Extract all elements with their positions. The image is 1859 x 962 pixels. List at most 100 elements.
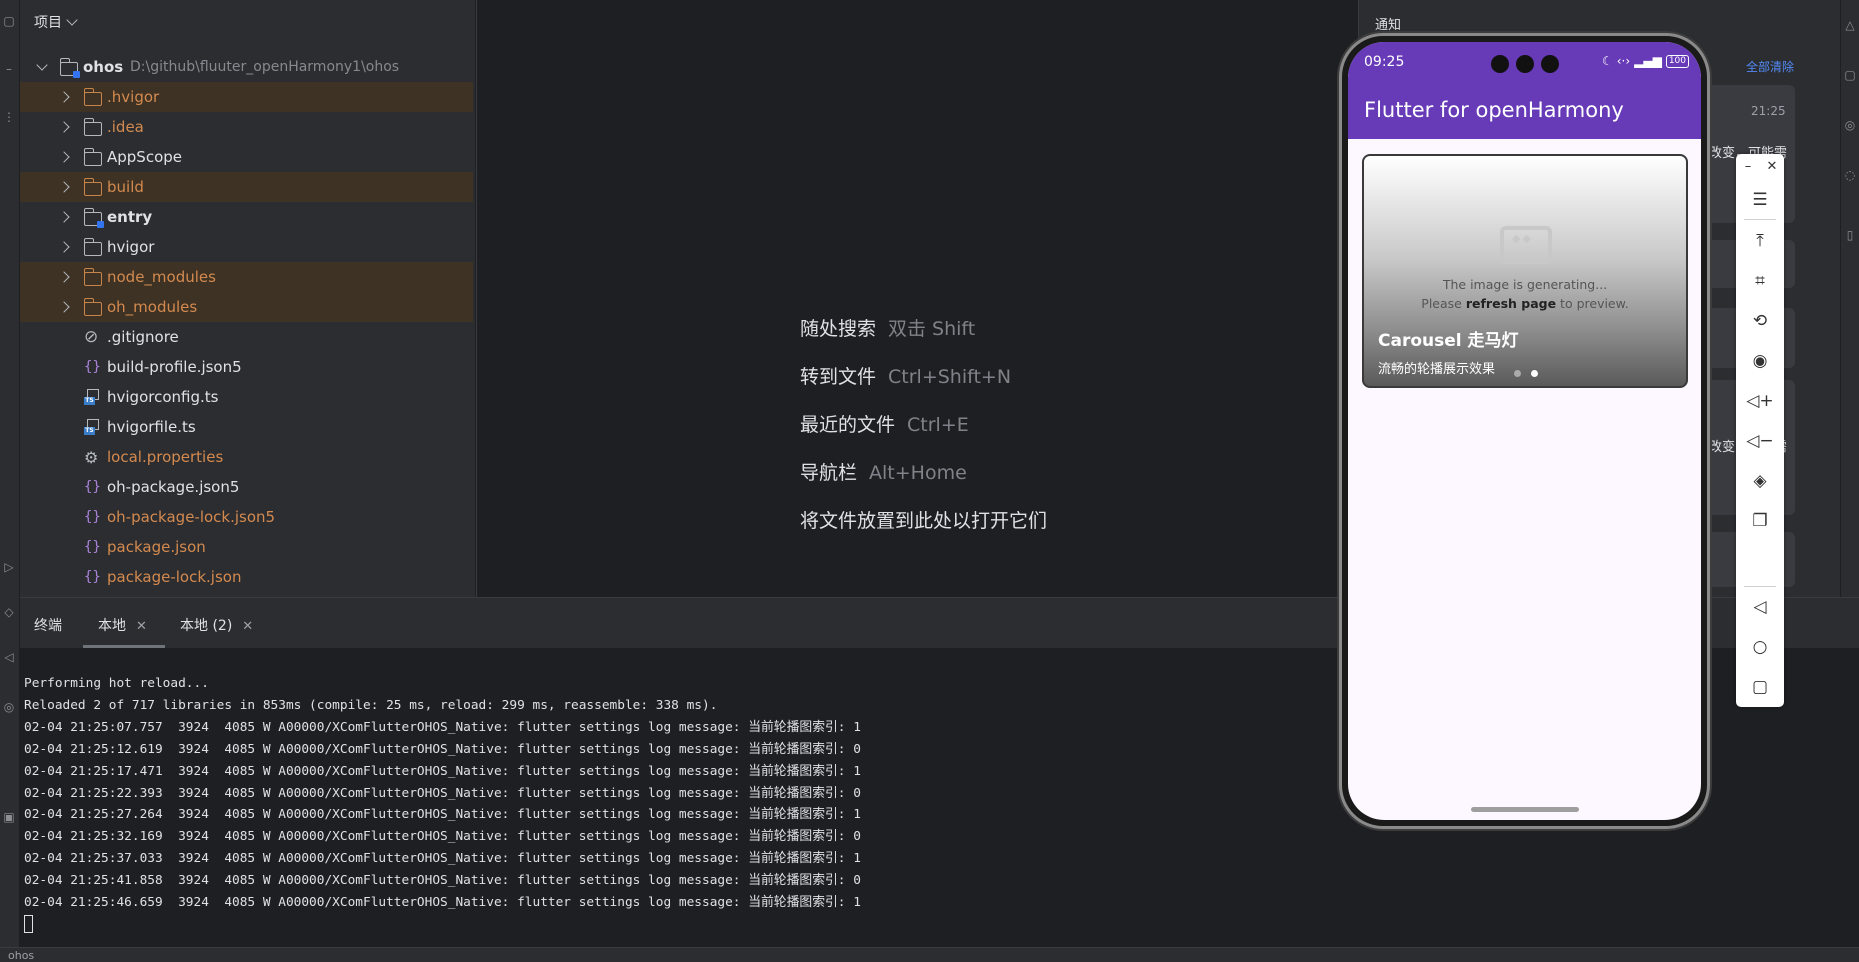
module-folder-icon: [59, 58, 80, 78]
hint-label: 随处搜索: [800, 318, 877, 340]
close-icon[interactable]: ✕: [242, 619, 253, 634]
tree-item[interactable]: build: [20, 172, 473, 202]
chevron-down-icon: [66, 14, 78, 26]
project-header[interactable]: 项目: [34, 12, 78, 32]
editor-hint: 随处搜索 双击 Shift: [800, 314, 975, 341]
moon-icon: ☾: [1601, 54, 1613, 68]
tree-item-label: package.json: [107, 538, 206, 556]
device-manager-icon[interactable]: ▢: [1843, 68, 1857, 82]
tree-item[interactable]: AppScope: [20, 142, 473, 172]
record-icon[interactable]: ◉: [1736, 346, 1784, 376]
tree-item[interactable]: TS hvigorfile.ts: [20, 412, 473, 442]
ai-icon[interactable]: ◌: [1843, 168, 1857, 182]
terminal-line: 02-04 21:25:41.858 3924 4085 W A00000/XC…: [24, 873, 861, 889]
tree-item[interactable]: {} package-lock.json: [20, 562, 473, 592]
editor-empty-area: 随处搜索 双击 Shift 转到文件 Ctrl+Shift+N 最近的文件 Ctrl+E 导…: [476, 0, 1358, 597]
pin-top-icon[interactable]: ⤒: [1736, 226, 1784, 256]
generating-text: The image is generating...: [1442, 277, 1608, 292]
carousel-dot[interactable]: [1514, 370, 1521, 377]
rotate-icon[interactable]: ⟲: [1736, 306, 1784, 336]
signal-icon: ▂▄▆: [1634, 54, 1662, 68]
chevron-right-icon[interactable]: [58, 211, 70, 223]
active-tab-indicator: [83, 645, 165, 648]
clear-all-link[interactable]: 全部清除: [1746, 58, 1794, 75]
tree-item[interactable]: {} package.json: [20, 532, 473, 562]
structure-icon[interactable]: ⋮: [2, 110, 16, 124]
project-header-label: 项目: [34, 15, 62, 31]
left-tool-strip: ▢ – ⋮ ▷ ◇ ◁ ◎ ▣: [0, 0, 20, 962]
volume-down-icon[interactable]: ◁−: [1736, 426, 1784, 456]
chevron-down-icon[interactable]: [36, 59, 48, 71]
close-icon[interactable]: ✕: [136, 619, 147, 634]
notifications-icon[interactable]: △: [1843, 18, 1857, 32]
carousel[interactable]: The image is generating... Please refres…: [1362, 154, 1688, 388]
tree-item[interactable]: node_modules: [20, 262, 473, 292]
tree-item[interactable]: ⚙ local.properties: [20, 442, 473, 472]
screenshot-crop-icon[interactable]: ⌗: [1736, 266, 1784, 296]
assistant-icon[interactable]: ◎: [1843, 118, 1857, 132]
cursor: [24, 915, 33, 934]
chevron-right-icon[interactable]: [58, 121, 70, 133]
refresh-page-link[interactable]: refresh page: [1466, 296, 1556, 311]
editor-hint: 导航栏 Alt+Home: [800, 458, 967, 485]
tree-root-label: ohos: [83, 58, 124, 76]
services-icon[interactable]: ◇: [2, 605, 16, 619]
phone-screen[interactable]: 09:25 ☾ ‹·› ▂▄▆ 100 Flutter for openHarm…: [1348, 42, 1701, 820]
folder-icon: [83, 178, 102, 196]
chevron-right-icon[interactable]: [58, 151, 70, 163]
tree-root-row[interactable]: ohos D:\github\fluuter_openHarmony1\ohos: [20, 52, 473, 82]
terminal-line: 02-04 21:25:22.393 3924 4085 W A00000/XC…: [24, 785, 861, 801]
chevron-right-icon[interactable]: [58, 271, 70, 283]
tree-item[interactable]: {} build-profile.json5: [20, 352, 473, 382]
tree-item[interactable]: .hvigor: [20, 82, 473, 112]
git-icon[interactable]: ◁: [2, 650, 16, 664]
tree-item[interactable]: ⊘ .gitignore: [20, 322, 473, 352]
phone-time: 09:25: [1364, 54, 1405, 70]
tab-local[interactable]: 本地 ✕: [98, 615, 147, 635]
tree-item-label: oh_modules: [107, 298, 198, 316]
menu-icon[interactable]: ☰: [1736, 185, 1784, 215]
carousel-dot[interactable]: [1531, 370, 1538, 377]
tree-item[interactable]: {} oh-package.json5: [20, 472, 473, 502]
problems-icon[interactable]: ◎: [2, 700, 16, 714]
chevron-right-icon[interactable]: [58, 91, 70, 103]
home-indicator[interactable]: [1471, 807, 1579, 812]
tab-local-2[interactable]: 本地 (2) ✕: [180, 615, 253, 635]
chevron-right-icon[interactable]: [58, 181, 70, 193]
fold-icon[interactable]: ❐: [1736, 506, 1784, 536]
status-project[interactable]: ohos: [8, 949, 34, 962]
tree-item[interactable]: entry: [20, 202, 473, 232]
volume-up-icon[interactable]: ◁+: [1736, 386, 1784, 416]
minimize-icon[interactable]: –: [1736, 152, 1760, 182]
terminal-prompt[interactable]: [24, 914, 861, 936]
chevron-right-icon[interactable]: [58, 241, 70, 253]
tree-item-label: build: [107, 178, 144, 196]
terminal-line: 02-04 21:25:32.169 3924 4085 W A00000/XC…: [24, 829, 861, 845]
back-icon[interactable]: ◁: [1736, 592, 1784, 622]
project-view-icon[interactable]: ▢: [2, 14, 16, 28]
folder-icon: [83, 268, 102, 286]
tree-item[interactable]: hvigor: [20, 232, 473, 262]
terminal-icon[interactable]: ▣: [2, 810, 16, 824]
toolbar-divider: [1744, 586, 1776, 587]
system-icons: ☾ ‹·› ▂▄▆ 100: [1602, 54, 1689, 68]
tree-item[interactable]: oh_modules: [20, 292, 473, 322]
tree-item[interactable]: .idea: [20, 112, 473, 142]
emulator-icon[interactable]: ▯: [1843, 228, 1857, 242]
tree-item[interactable]: TS hvigorconfig.ts: [20, 382, 473, 412]
emulator-toolbar: – ✕ ☰ ⤒ ⌗ ⟲ ◉ ◁+ ◁− ◈ ❐ ◁ ○ ▢: [1736, 154, 1784, 707]
tree-item-label: oh-package.json5: [107, 478, 240, 496]
terminal-output[interactable]: Performing hot reload... Reloaded 2 of 71…: [24, 673, 861, 936]
recents-icon[interactable]: ▢: [1736, 672, 1784, 702]
hint-label: 导航栏: [800, 462, 858, 484]
home-icon[interactable]: ○: [1736, 632, 1784, 662]
tree-item-label: .gitignore: [107, 328, 179, 346]
commit-icon[interactable]: –: [2, 62, 16, 76]
close-icon[interactable]: ✕: [1760, 152, 1784, 182]
tree-item[interactable]: {} oh-package-lock.json5: [20, 502, 473, 532]
tree-item-label: oh-package-lock.json5: [107, 508, 276, 526]
chevron-right-icon[interactable]: [58, 301, 70, 313]
shake-icon[interactable]: ◈: [1736, 466, 1784, 496]
run-icon[interactable]: ▷: [2, 560, 16, 574]
hint-shortcut: Alt+Home: [869, 462, 967, 484]
